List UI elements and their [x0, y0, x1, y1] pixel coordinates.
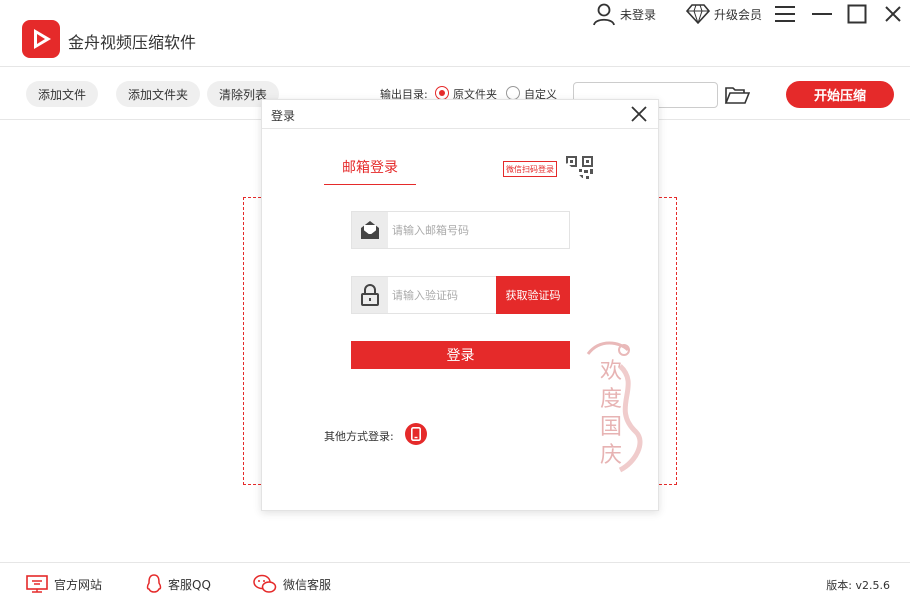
- official-website-link[interactable]: 官方网站: [26, 573, 102, 595]
- title-bar: 金舟视频压缩软件 未登录 升级会员: [0, 0, 910, 66]
- phone-icon: [411, 427, 421, 441]
- get-code-button[interactable]: 获取验证码: [496, 276, 570, 314]
- login-status[interactable]: 未登录: [592, 0, 656, 28]
- tab-email-login[interactable]: 邮箱登录: [324, 157, 416, 185]
- diamond-icon: [686, 4, 710, 25]
- phone-login-button[interactable]: [405, 423, 427, 445]
- festive-text: 欢度国庆: [600, 359, 623, 468]
- other-login-label: 其他方式登录:: [324, 430, 394, 443]
- website-label: 官方网站: [54, 577, 103, 592]
- upgrade-member[interactable]: 升级会员: [686, 0, 762, 28]
- close-icon: [885, 6, 901, 22]
- monitor-icon: [26, 575, 48, 593]
- menu-icon: [775, 6, 795, 22]
- lock-icon: [361, 284, 379, 306]
- upgrade-label: 升级会员: [714, 7, 763, 22]
- email-input[interactable]: [392, 221, 492, 239]
- add-folder-button[interactable]: 添加文件夹: [116, 81, 201, 107]
- wechat-icon: [253, 574, 277, 593]
- start-compress-button[interactable]: 开始压缩: [786, 81, 894, 108]
- login-status-label: 未登录: [620, 7, 657, 22]
- dialog-header: 登录: [262, 100, 658, 129]
- add-file-button[interactable]: 添加文件: [26, 81, 99, 107]
- app-logo-icon: [22, 20, 60, 58]
- wechat-label: 微信客服: [283, 577, 332, 592]
- radio-source-folder[interactable]: [435, 86, 449, 100]
- login-submit-button[interactable]: 登录: [351, 341, 570, 369]
- support-qq-link[interactable]: 客服QQ: [146, 573, 211, 595]
- qr-code-icon: [562, 156, 593, 190]
- dialog-title: 登录: [271, 109, 296, 123]
- qr-code-corner-button[interactable]: [562, 155, 597, 190]
- code-field-icon-box: [352, 277, 388, 313]
- email-field: [351, 211, 570, 249]
- radio-custom[interactable]: [506, 86, 520, 100]
- user-icon: [593, 3, 615, 26]
- support-wechat-link[interactable]: 微信客服: [253, 573, 331, 595]
- dialog-close-button[interactable]: [630, 105, 648, 123]
- envelope-icon: [361, 221, 379, 239]
- footer: 官方网站 客服QQ 微信客服 版本: v2.5.6: [0, 562, 910, 608]
- qq-label: 客服QQ: [168, 577, 211, 592]
- version-label: 版本: v2.5.6: [826, 579, 890, 592]
- verification-code-input[interactable]: [392, 286, 492, 304]
- minimize-button[interactable]: [811, 0, 837, 28]
- national-day-decoration: 欢度国庆: [580, 336, 652, 476]
- wechat-qr-login-tag[interactable]: 微信扫码登录: [503, 161, 557, 177]
- browse-folder-button[interactable]: [724, 85, 751, 105]
- minimize-icon: [812, 13, 832, 15]
- close-button[interactable]: [884, 0, 906, 28]
- menu-button[interactable]: [774, 0, 800, 28]
- qq-penguin-icon: [146, 574, 162, 593]
- code-field: 获取验证码: [351, 276, 570, 314]
- maximize-button[interactable]: [847, 0, 871, 28]
- close-icon: [631, 106, 647, 122]
- login-dialog: 登录 邮箱登录 微信扫码登录 请输入邮箱号码 请输入验证码 获取验证码 登录 其…: [261, 99, 659, 511]
- folder-open-icon: [724, 87, 751, 104]
- maximize-icon: [847, 4, 867, 24]
- email-field-icon-box: [352, 212, 388, 248]
- app-title: 金舟视频压缩软件: [68, 33, 197, 52]
